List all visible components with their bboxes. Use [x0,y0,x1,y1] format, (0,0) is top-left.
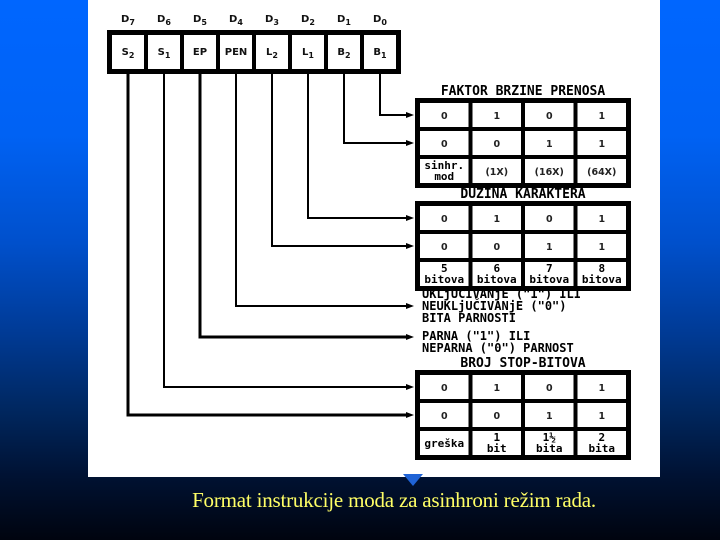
bit-position-label: D6 [157,14,171,27]
char-length-table-cell-value: 0 [441,214,448,225]
baud-factor-table-footer-label: (16X) [535,167,564,178]
stop-bits-table-cell-value: 1 [598,383,605,394]
stop-bits-table-cell-value: 0 [441,383,448,394]
char-length-table-cell-value: 0 [546,214,553,225]
baud-factor-table-cell-value: 0 [441,139,448,150]
ep-description: NEPARNA ("0") PARNOST [422,341,574,355]
char-length-table-cell-value: 1 [598,214,605,225]
stop-bits-table-footer-label: bita [589,442,616,455]
baud-factor-table-cell-value: 1 [546,139,553,150]
bit-position-label: D7 [121,14,135,27]
baud-factor-table-cell-value: 1 [493,111,500,122]
stop-bits-table-cell-value: 1 [546,411,553,422]
baud-factor-table-cell-value: 0 [493,139,500,150]
arrow-head-icon [406,334,414,340]
baud-factor-table-cell-value: 0 [546,111,553,122]
stop-bits-table-cell-value: 0 [546,383,553,394]
arrow-head-icon [406,303,414,309]
baud-factor-table-cell-value: 0 [441,111,448,122]
register-field-label: EP [193,47,207,58]
char-length-table-cell-value: 1 [493,214,500,225]
stop-bits-table-title: BROJ STOP-BITOVA [460,356,585,371]
connector-lines [126,74,414,418]
mode-instruction-diagram: D7 D6 D5 D4 D3 D2 D1 D0 S2 S1 EP PEN L2 L1 B2 B1 FAKTO… [107,14,631,460]
arrow-head-icon [406,412,414,418]
char-length-table-footer-label: bitova [424,273,464,286]
char-length-table-cell-value: 0 [441,242,448,253]
bit-position-label: D0 [373,14,387,27]
stop-bits-table-cell-value: 1 [493,383,500,394]
arrow-head-icon [406,140,414,146]
connector-line [271,74,408,247]
bit-position-label: D5 [193,14,207,27]
stop-bits-table-cell-value: 0 [493,411,500,422]
stop-bits-table-cell-value: 1 [598,411,605,422]
baud-factor-table-footer-label: (1X) [485,167,508,178]
char-length-table-cell-value: 1 [598,242,605,253]
char-length-table-title: DUŽINA KARAKTERA [460,186,585,202]
register-fields: S2 S1 EP PEN L2 L1 B2 B1 [107,30,401,74]
arrow-head-icon [406,215,414,221]
baud-factor-table-footer-label: (64X) [587,167,616,178]
char-length-table-cell-value: 1 [546,242,553,253]
bit-position-label: D3 [265,14,279,27]
char-length-table-footer-label: bitova [477,273,517,286]
baud-factor-table-cell-value: 1 [598,139,605,150]
bit-position-label: D1 [337,14,351,27]
arrow-head-icon [406,112,414,118]
connector-line [343,74,408,144]
arrow-head-icon [406,384,414,390]
baud-factor-table-title: FAKTOR BRZINE PRENOSA [441,84,606,99]
bit-position-labels: D7 D6 D5 D4 D3 D2 D1 D0 [121,14,387,27]
stop-bits-table-footer-label: bita [536,442,563,455]
pen-description: BITA PARNOSTI [422,311,516,325]
stop-bits-table-cell-value: 0 [441,411,448,422]
bit-position-label: D4 [229,14,243,27]
value-tables: FAKTOR BRZINE PRENOSA0 1 0 10 0 1 1sinhr.mod (1… [415,84,631,460]
connector-line [126,74,408,417]
connector-line [379,74,408,116]
connector-line [198,74,408,339]
arrow-head-icon [406,243,414,249]
connector-line [307,74,408,219]
slide-caption: Format instrukcije moda za asinhroni rež… [192,488,596,512]
bit-position-label: D2 [301,14,315,27]
baud-factor-table-cell-value: 1 [598,111,605,122]
register-field-label: PEN [225,47,248,58]
stop-bits-table-footer-label: bit [487,442,507,455]
parity-descriptions: UKLjUČIVANjE ("1") ILINEUKLjUČIVANjE ("0… [422,286,581,355]
char-length-table-footer-label: bitova [529,273,569,286]
baud-factor-table-footer-label: mod [434,170,454,183]
connector-line [235,74,408,307]
char-length-table-footer-label: bitova [582,273,622,286]
stop-bits-table-footer-label: greška [424,437,464,450]
char-length-table-cell-value: 0 [493,242,500,253]
